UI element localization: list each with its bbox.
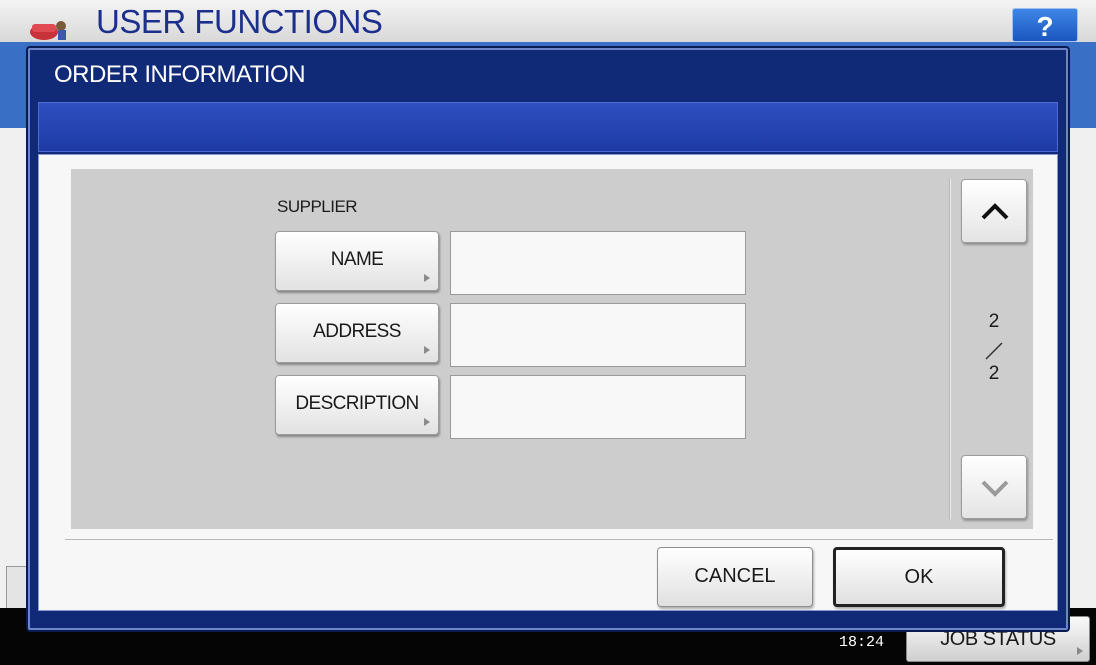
arrow-right-icon <box>424 418 430 426</box>
expand-arrow-icon <box>1077 647 1083 655</box>
scroll-down-button[interactable] <box>961 455 1027 519</box>
ok-button[interactable]: OK <box>833 547 1005 607</box>
description-button-label: DESCRIPTION <box>295 393 419 414</box>
order-information-dialog: ORDER INFORMATION SUPPLIER NAME ADDRESS … <box>28 48 1068 630</box>
name-button-label: NAME <box>330 249 384 270</box>
dialog-body: SUPPLIER NAME ADDRESS DESCRIPTION 2 2 CA… <box>38 154 1058 611</box>
arrow-right-icon <box>424 346 430 354</box>
job-status-label: JOB STATUS <box>940 628 1056 650</box>
clock-time: 18:24 <box>838 634 884 651</box>
app-header: USER FUNCTIONS ? <box>0 0 1096 42</box>
form-panel: SUPPLIER NAME ADDRESS DESCRIPTION 2 2 <box>71 169 1033 529</box>
name-field[interactable] <box>450 231 746 295</box>
total-pages: 2 <box>988 363 1000 384</box>
dialog-subtitle-bar <box>38 102 1058 152</box>
help-button[interactable]: ? <box>1012 8 1078 42</box>
section-label: SUPPLIER <box>277 197 358 216</box>
scroll-divider <box>949 179 951 519</box>
address-button-label: ADDRESS <box>313 321 401 342</box>
description-field[interactable] <box>450 375 746 439</box>
name-button[interactable]: NAME <box>275 231 439 291</box>
description-button[interactable]: DESCRIPTION <box>275 375 439 435</box>
scroll-up-button[interactable] <box>961 179 1027 243</box>
address-button[interactable]: ADDRESS <box>275 303 439 363</box>
app-title: USER FUNCTIONS <box>96 3 383 40</box>
chevron-up-icon <box>981 203 1009 220</box>
chevron-down-icon <box>981 480 1009 497</box>
current-page: 2 <box>988 311 1000 332</box>
dialog-title: ORDER INFORMATION <box>54 61 306 88</box>
page-indicator: 2 2 <box>961 311 1027 389</box>
arrow-right-icon <box>424 274 430 282</box>
address-field[interactable] <box>450 303 746 367</box>
page-separator <box>985 342 1003 360</box>
footer-divider <box>65 539 1053 540</box>
cancel-button[interactable]: CANCEL <box>657 547 813 607</box>
user-functions-logo-icon <box>30 21 66 40</box>
